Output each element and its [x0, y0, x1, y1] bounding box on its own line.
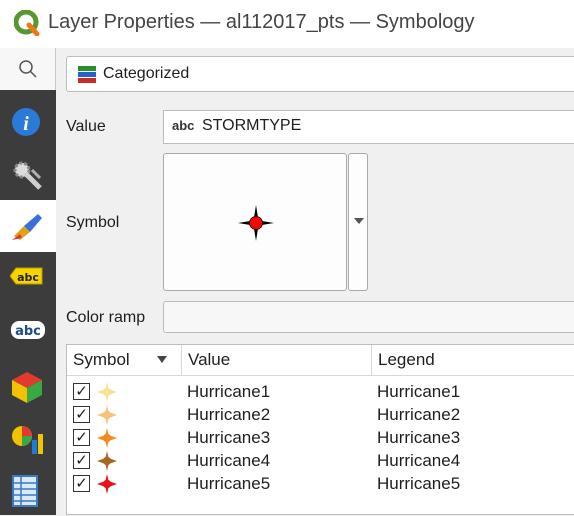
star-marker-icon — [238, 205, 274, 241]
abc-mask-icon: abc — [11, 321, 45, 339]
table-row[interactable]: ✓ Hurricane3 Hurricane3 — [67, 427, 574, 449]
star-marker-icon — [97, 405, 117, 425]
value-field-combo[interactable]: abc STORMTYPE — [163, 110, 574, 144]
sidebar-item-source[interactable] — [0, 148, 56, 200]
sidebar-item-fields[interactable] — [0, 464, 56, 516]
fields-table-icon — [12, 475, 38, 507]
row-checkbox[interactable]: ✓ — [73, 475, 90, 492]
category-legend[interactable]: Hurricane5 — [377, 474, 460, 494]
category-value[interactable]: Hurricane3 — [187, 428, 270, 448]
renderer-label: Categorized — [103, 65, 190, 82]
string-type-badge: abc — [172, 118, 195, 133]
window-title: Layer Properties — al112017_pts — Symbol… — [48, 11, 475, 33]
symbol-dropdown-arrow[interactable] — [348, 153, 368, 291]
sidebar-item-masks[interactable]: abc — [0, 308, 56, 360]
header-divider — [67, 375, 574, 376]
category-legend[interactable]: Hurricane3 — [377, 428, 460, 448]
svg-text:i: i — [23, 113, 29, 135]
chevron-down-icon — [354, 218, 364, 224]
header-symbol[interactable]: Symbol — [67, 345, 182, 375]
sidebar-item-information[interactable]: i — [0, 96, 56, 148]
diagram-icon — [12, 426, 43, 454]
symbol-label: Symbol — [66, 214, 120, 231]
category-legend[interactable]: Hurricane4 — [377, 451, 460, 471]
sort-indicator-icon — [157, 356, 167, 363]
value-field-text: STORMTYPE — [202, 117, 302, 134]
source-settings-icon — [13, 161, 42, 190]
header-legend[interactable]: Legend — [372, 345, 574, 375]
table-row[interactable]: ✓ Hurricane2 Hurricane2 — [67, 404, 574, 426]
3d-cube-icon — [12, 372, 42, 403]
title-bar: Layer Properties — al112017_pts — Symbol… — [0, 0, 574, 48]
qgis-logo-icon — [14, 10, 40, 36]
header-value[interactable]: Value — [182, 345, 372, 375]
header-symbol-label: Symbol — [73, 350, 130, 369]
header-legend-label: Legend — [378, 350, 435, 369]
symbol-button[interactable] — [163, 153, 347, 291]
row-checkbox[interactable]: ✓ — [73, 383, 90, 400]
row-checkbox[interactable]: ✓ — [73, 452, 90, 469]
categorized-renderer-icon — [78, 66, 96, 83]
renderer-dropdown[interactable]: Categorized — [66, 56, 574, 92]
star-marker-icon — [97, 451, 117, 471]
sidebar-item-diagrams[interactable] — [0, 412, 56, 464]
value-label: Value — [66, 118, 106, 135]
table-row[interactable]: ✓ Hurricane4 Hurricane4 — [67, 450, 574, 472]
color-ramp-label: Color ramp — [66, 309, 146, 326]
category-value[interactable]: Hurricane2 — [187, 405, 270, 425]
properties-sidebar: i abc abc — [0, 48, 56, 515]
symbology-panel: Categorized Value abc STORMTYPE Symbol C… — [56, 48, 574, 515]
svg-text:abc: abc — [17, 271, 39, 284]
sidebar-item-symbology[interactable] — [0, 200, 56, 252]
paint-brush-icon — [12, 214, 42, 240]
row-checkbox[interactable]: ✓ — [73, 429, 90, 446]
category-value[interactable]: Hurricane5 — [187, 474, 270, 494]
info-icon: i — [12, 108, 40, 136]
sidebar-item-3d-view[interactable] — [0, 360, 56, 412]
row-checkbox[interactable]: ✓ — [73, 406, 90, 423]
table-row[interactable]: ✓ Hurricane1 Hurricane1 — [67, 381, 574, 403]
star-marker-icon — [97, 382, 117, 402]
category-legend[interactable]: Hurricane2 — [377, 405, 460, 425]
color-ramp-dropdown[interactable] — [163, 301, 574, 333]
categories-table: Symbol Value Legend ✓ Hurricane1 Hurrica… — [66, 344, 574, 515]
category-legend[interactable]: Hurricane1 — [377, 382, 460, 402]
search-icon — [19, 60, 37, 78]
header-value-label: Value — [188, 350, 231, 369]
svg-text:abc: abc — [15, 324, 41, 339]
category-value[interactable]: Hurricane1 — [187, 382, 270, 402]
table-row[interactable]: ✓ Hurricane5 Hurricane5 — [67, 473, 574, 495]
category-value[interactable]: Hurricane4 — [187, 451, 270, 471]
star-marker-icon — [97, 428, 117, 448]
labels-abc-icon: abc — [10, 267, 43, 285]
sidebar-search[interactable] — [0, 48, 56, 90]
star-marker-icon — [97, 474, 117, 494]
sidebar-item-labels[interactable]: abc — [0, 254, 56, 306]
